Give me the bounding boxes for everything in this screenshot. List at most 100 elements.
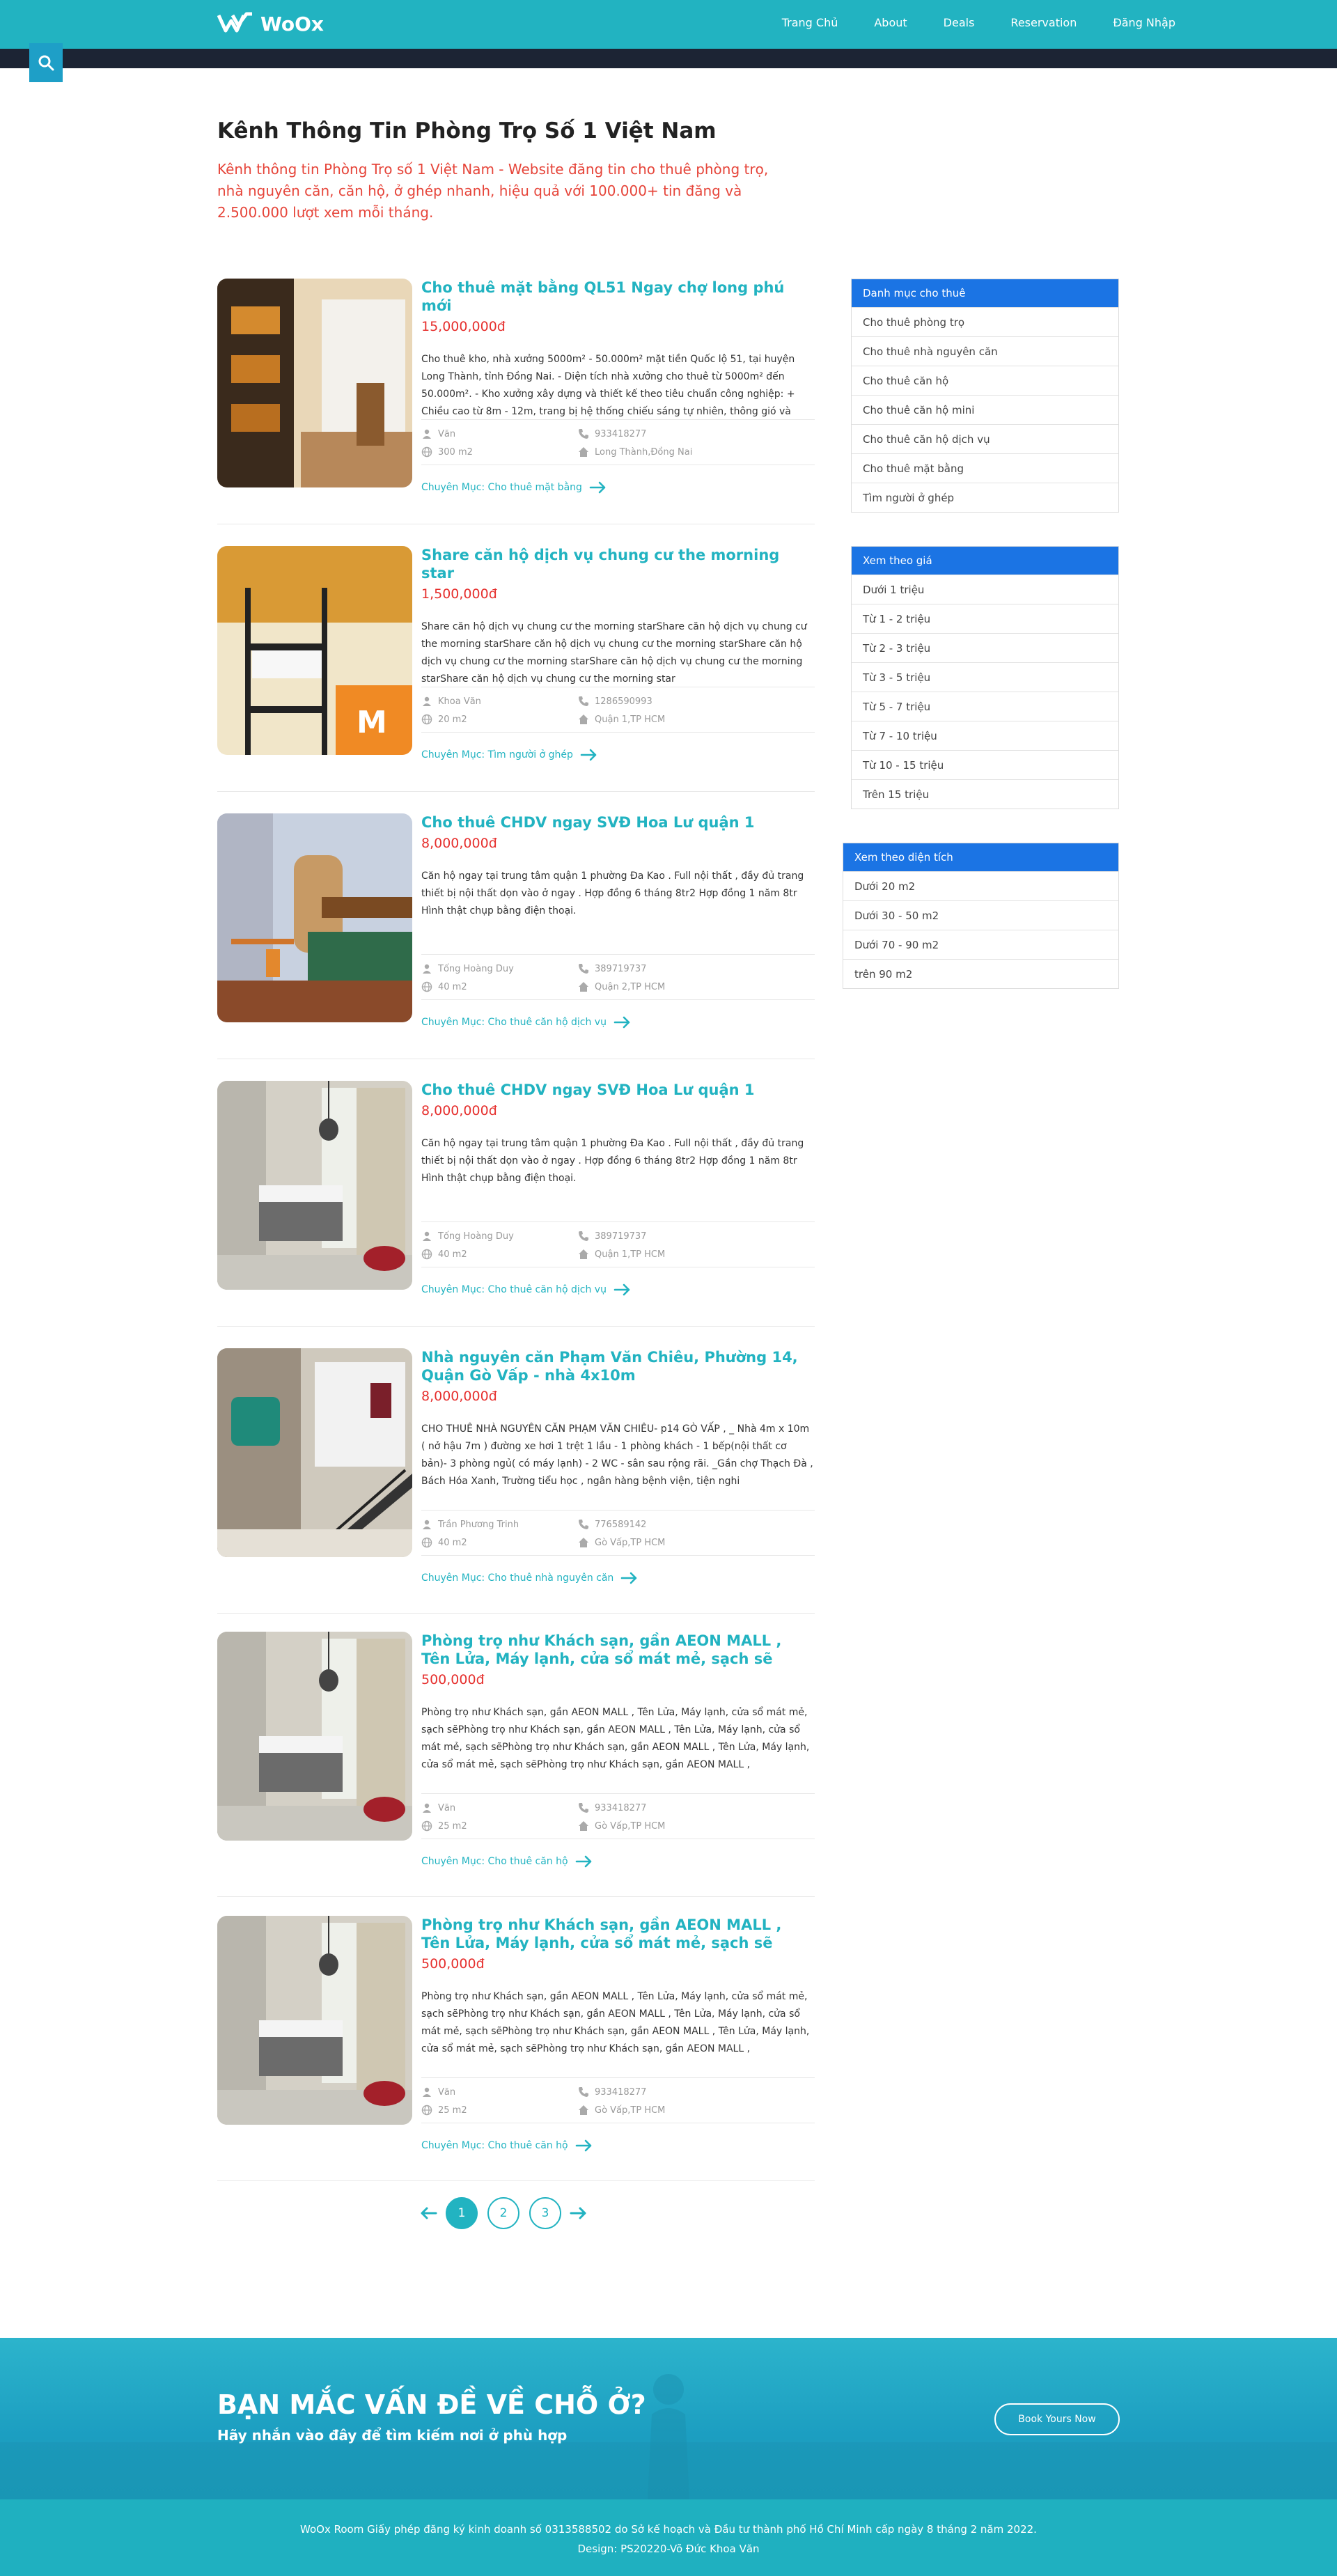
price-filter-item[interactable]: Từ 2 - 3 triệu [852, 633, 1118, 662]
home-icon [579, 982, 588, 992]
home-icon [579, 1538, 588, 1547]
nav-about[interactable]: About [874, 16, 907, 29]
listing-price: 500,000đ [421, 1956, 485, 1972]
search-button[interactable] [29, 43, 63, 82]
listing-card[interactable]: Cho thuê CHDV ngay SVĐ Hoa Lư quận 1 8,00… [217, 813, 815, 1050]
category-item[interactable]: Cho thuê căn hộ [852, 366, 1118, 395]
category-label: Chuyên Mục: Cho thuê mặt bằng [421, 482, 582, 493]
cta-background-image [0, 2374, 1337, 2499]
next-page-button[interactable] [566, 2201, 591, 2226]
price-filter-item[interactable]: Từ 5 - 7 triệu [852, 692, 1118, 721]
phone-icon [579, 964, 588, 974]
category-label: Chuyên Mục: Tìm người ở ghép [421, 749, 573, 760]
listing-thumbnail[interactable] [217, 1916, 412, 2125]
listing-phone: 1286590993 [578, 696, 652, 707]
listing-title[interactable]: Share căn hộ dịch vụ chung cư the mornin… [421, 546, 815, 582]
listing-title[interactable]: Phòng trọ như Khách sạn, gần AEON MALL ,… [421, 1632, 815, 1668]
listing-price: 1,500,000đ [421, 586, 497, 602]
listing-phone: 933418277 [578, 1802, 646, 1813]
top-header: WoOx Trang Chủ About Deals Reservation Đ… [0, 0, 1337, 49]
category-item[interactable]: Tìm người ở ghép [852, 483, 1118, 512]
arrow-right-icon [589, 481, 606, 494]
cta-subheading: Hãy nhắn vào đây để tìm kiếm nơi ở phù h… [217, 2427, 568, 2444]
page-1-button[interactable]: 1 [446, 2197, 478, 2229]
listing-category-link[interactable]: Chuyên Mục: Cho thuê căn hộ [421, 2139, 593, 2153]
listing-title[interactable]: Nhà nguyên căn Phạm Văn Chiêu, Phường 14… [421, 1348, 815, 1384]
nav-reservation[interactable]: Reservation [1010, 16, 1077, 29]
brand-logo[interactable]: WoOx [217, 10, 324, 38]
listing-phone: 389719737 [578, 963, 646, 974]
area-value: 40 m2 [438, 1537, 467, 1548]
category-item[interactable]: Cho thuê căn hộ dịch vụ [852, 424, 1118, 453]
category-label: Chuyên Mục: Cho thuê nhà nguyên căn [421, 1572, 614, 1584]
listing-meta: Trần Phương Trinh 776589142 40 m2 Gò Vấp,TP… [421, 1510, 815, 1556]
prev-page-button[interactable] [416, 2201, 441, 2226]
listing-thumbnail[interactable] [217, 1081, 412, 1290]
home-icon [579, 715, 588, 724]
listing-thumbnail[interactable]: M [217, 546, 412, 755]
arrow-right-icon [580, 749, 597, 761]
listing-card[interactable]: M Share căn hộ dịch vụ chung cư the morni… [217, 546, 815, 783]
category-item[interactable]: Cho thuê nhà nguyên căn [852, 336, 1118, 366]
nav-login[interactable]: Đăng Nhập [1113, 16, 1175, 29]
area-filter-item[interactable]: Dưới 30 - 50 m2 [843, 900, 1118, 930]
price-filter-item[interactable]: Từ 10 - 15 triệu [852, 750, 1118, 779]
page-3-button[interactable]: 3 [529, 2197, 561, 2229]
nav-home[interactable]: Trang Chủ [782, 16, 838, 29]
listing-title[interactable]: Phòng trọ như Khách sạn, gần AEON MALL ,… [421, 1916, 815, 1952]
listing-area: 40 m2 [421, 981, 467, 992]
listing-description: Cho thuê kho, nhà xưởng 5000m² - 50.000m… [421, 354, 795, 417]
listing-meta: Văn 933418277 25 m2 Gò Vấp,TP HCM [421, 1793, 815, 1839]
area-value: 25 m2 [438, 1820, 467, 1832]
phone-icon [579, 429, 588, 439]
category-item[interactable]: Cho thuê mặt bằng [852, 453, 1118, 483]
listing-card[interactable]: Phòng trọ như Khách sạn, gần AEON MALL ,… [217, 1632, 815, 1868]
listing-thumbnail[interactable] [217, 1348, 412, 1557]
category-filter-title: Danh mục cho thuê [852, 279, 1118, 307]
book-now-button[interactable]: Book Yours Now [994, 2403, 1120, 2435]
listing-title[interactable]: Cho thuê CHDV ngay SVĐ Hoa Lư quận 1 [421, 813, 815, 832]
listing-category-link[interactable]: Chuyên Mục: Cho thuê nhà nguyên căn [421, 1571, 639, 1585]
listing-thumbnail[interactable] [217, 813, 412, 1022]
listing-card[interactable]: Nhà nguyên căn Phạm Văn Chiêu, Phường 14… [217, 1348, 815, 1585]
listing-description: Căn hộ ngay tại trung tâm quận 1 phường … [421, 871, 804, 916]
listing-category-link[interactable]: Chuyên Mục: Cho thuê căn hộ dịch vụ [421, 1283, 632, 1297]
price-filter-item[interactable]: Dưới 1 triệu [852, 575, 1118, 604]
price-filter-item[interactable]: Từ 3 - 5 triệu [852, 662, 1118, 692]
listing-card[interactable]: Phòng trọ như Khách sạn, gần AEON MALL ,… [217, 1916, 815, 2153]
nav-deals[interactable]: Deals [944, 16, 975, 29]
listing-title[interactable]: Cho thuê CHDV ngay SVĐ Hoa Lư quận 1 [421, 1081, 815, 1099]
listing-category-link[interactable]: Chuyên Mục: Cho thuê căn hộ dịch vụ [421, 1015, 632, 1029]
listing-category-link[interactable]: Chuyên Mục: Tìm người ở ghép [421, 748, 598, 762]
listing-card[interactable]: Cho thuê CHDV ngay SVĐ Hoa Lư quận 1 8,00… [217, 1081, 815, 1318]
footer-license-text: WoOx Room Giấy phép đăng ký kinh doanh s… [300, 2523, 1037, 2536]
home-icon [579, 447, 588, 457]
listing-phone: 776589142 [578, 1519, 646, 1530]
area-globe-icon [421, 446, 432, 458]
listing-card[interactable]: Cho thuê mặt bằng QL51 Ngay chợ long phú… [217, 279, 815, 515]
category-item[interactable]: Cho thuê phòng trọ [852, 307, 1118, 336]
listing-thumbnail[interactable] [217, 279, 412, 487]
phone-number: 389719737 [595, 963, 647, 974]
cta-banner: BẠN MẮC VẤN ĐỀ VỀ CHỖ Ở? Hãy nhắn vào đâ… [0, 2338, 1337, 2499]
price-filter-item[interactable]: Từ 7 - 10 triệu [852, 721, 1118, 750]
phone-icon [579, 1520, 588, 1529]
owner-name: Văn [438, 2086, 456, 2098]
listing-owner: Văn [421, 1802, 455, 1813]
page-2-button[interactable]: 2 [487, 2197, 519, 2229]
area-filter-item[interactable]: trên 90 m2 [843, 959, 1118, 988]
brand-name: WoOx [260, 12, 324, 36]
listing-category-link[interactable]: Chuyên Mục: Cho thuê căn hộ [421, 1855, 593, 1868]
price-filter-item[interactable]: Từ 1 - 2 triệu [852, 604, 1118, 633]
listing-title[interactable]: Cho thuê mặt bằng QL51 Ngay chợ long phú… [421, 279, 815, 315]
phone-icon [579, 2087, 588, 2097]
listing-phone: 933418277 [578, 2086, 646, 2098]
area-filter-item[interactable]: Dưới 20 m2 [843, 871, 1118, 900]
category-item[interactable]: Cho thuê căn hộ mini [852, 395, 1118, 424]
listing-thumbnail[interactable] [217, 1632, 412, 1841]
price-filter-item[interactable]: Trên 15 triệu [852, 779, 1118, 809]
listing-category-link[interactable]: Chuyên Mục: Cho thuê mặt bằng [421, 481, 607, 494]
home-icon [579, 1821, 588, 1831]
area-filter-item[interactable]: Dưới 70 - 90 m2 [843, 930, 1118, 959]
phone-number: 933418277 [595, 2086, 647, 2098]
